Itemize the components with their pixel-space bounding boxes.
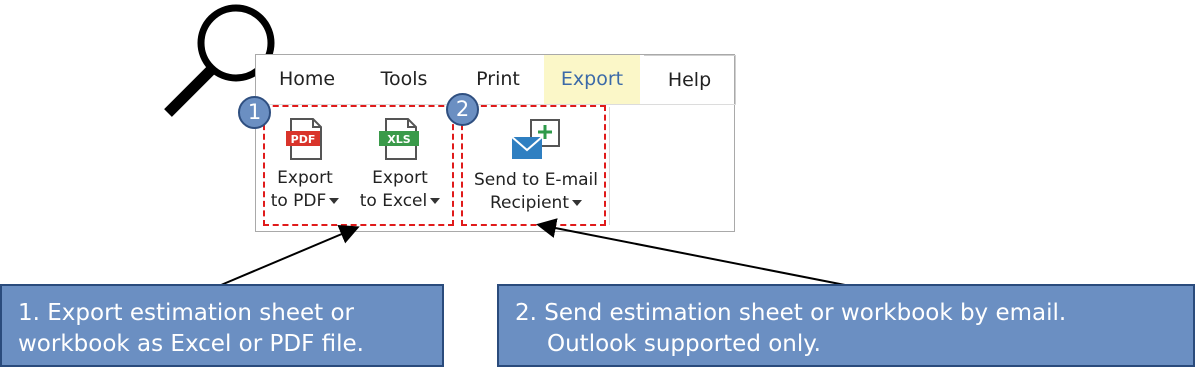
callout-export-description: 1. Export estimation sheet or workbook a…: [0, 284, 444, 367]
export-group-highlight: [263, 105, 454, 226]
callout-2-line1: 2. Send estimation sheet or workbook by …: [515, 300, 1067, 326]
badge-2: 2: [446, 93, 479, 126]
tab-tools[interactable]: Tools: [360, 55, 448, 104]
email-group-highlight: [461, 105, 606, 226]
callout-2-line2: Outlook supported only.: [547, 331, 821, 357]
tab-help[interactable]: Help: [644, 55, 736, 104]
tab-export[interactable]: Export: [544, 55, 640, 104]
pointer-line-1: [220, 225, 360, 286]
pointer-line-2: [536, 218, 846, 286]
tab-home[interactable]: Home: [264, 55, 350, 104]
callout-1-line1: 1. Export estimation sheet or: [18, 300, 354, 326]
callout-1-line2: workbook as Excel or PDF file.: [18, 331, 364, 357]
badge-1: 1: [238, 96, 271, 129]
callout-email-description: 2. Send estimation sheet or workbook by …: [497, 284, 1195, 367]
